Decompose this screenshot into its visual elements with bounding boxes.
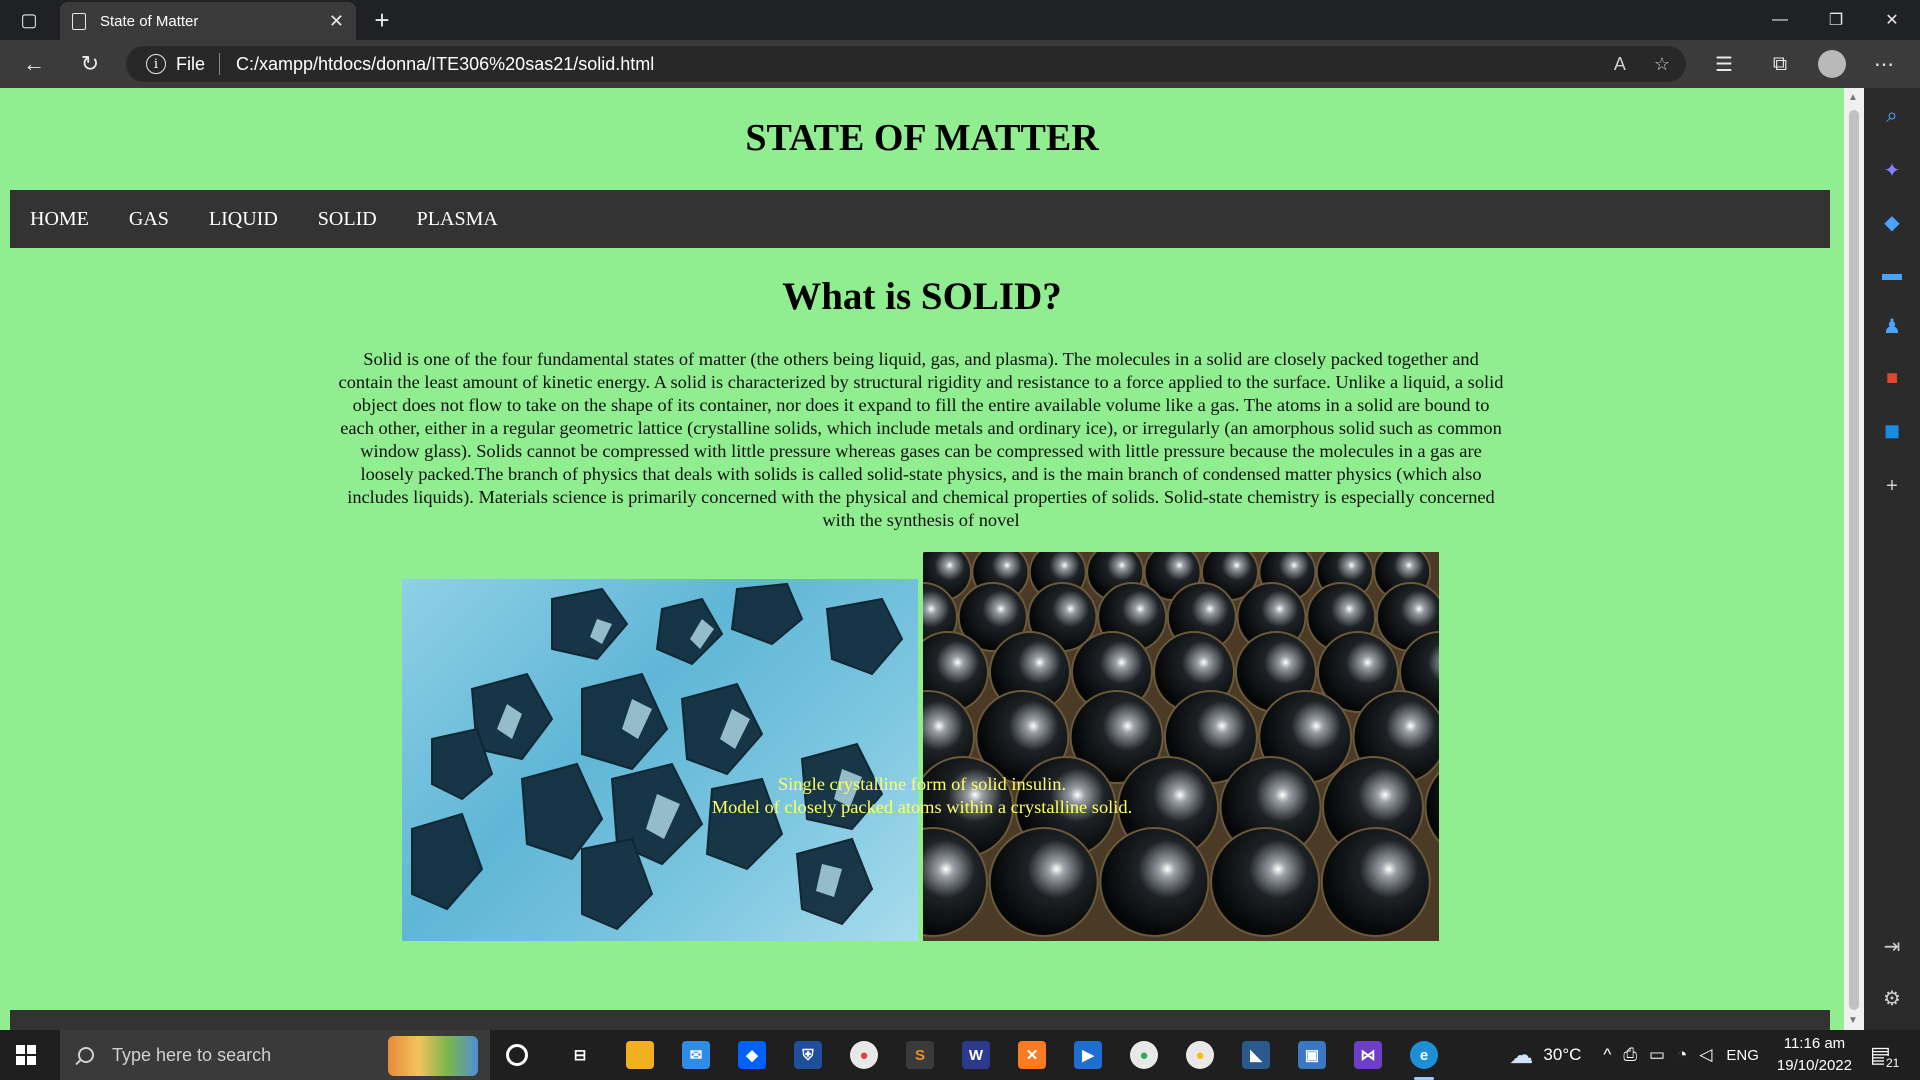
scroll-thumb[interactable]: [1849, 110, 1859, 1010]
word-app-icon[interactable]: W: [962, 1041, 990, 1069]
defender-icon[interactable]: ⛨: [794, 1041, 822, 1069]
add-sidebar-app-icon[interactable]: +: [1878, 472, 1906, 500]
address-toolbar: ← ↻ i File C:/xampp/htdocs/donna/ITE306%…: [0, 40, 1920, 88]
close-window-button[interactable]: ✕: [1864, 0, 1920, 40]
windows-taskbar: Type here to search ⊟ ✉ ◆ ⛨ ● S W ✕ ▶ ● …: [0, 1030, 1920, 1080]
page-viewport: STATE OF MATTER HOME GAS LIQUID SOLID PL…: [0, 88, 1844, 1030]
notifications-icon[interactable]: ▤ 21: [1870, 1042, 1910, 1070]
solid-description: Solid is one of the four fundamental sta…: [338, 349, 1504, 530]
footer-bar: [10, 1010, 1830, 1030]
language-indicator[interactable]: ENG: [1726, 1047, 1759, 1064]
caption-insulin: Single crystalline form of solid insulin…: [777, 774, 1067, 794]
nav-home[interactable]: HOME: [30, 208, 89, 231]
scroll-up-arrow[interactable]: ▲: [1848, 92, 1858, 103]
read-aloud-icon[interactable]: A: [1614, 54, 1626, 75]
chrome-alt-icon[interactable]: ●: [1186, 1041, 1214, 1069]
games-icon[interactable]: ♟: [1878, 312, 1906, 340]
chrome-profile-icon[interactable]: ●: [1130, 1041, 1158, 1069]
weather-temp[interactable]: 30°C: [1543, 1045, 1581, 1065]
url-text[interactable]: C:/xampp/htdocs/donna/ITE306%20sas21/sol…: [236, 54, 654, 75]
search-highlight-image: [388, 1036, 478, 1076]
chrome-icon[interactable]: ●: [850, 1041, 878, 1069]
notification-count: 21: [1884, 1056, 1902, 1070]
add-favorite-icon[interactable]: ☆: [1654, 54, 1670, 75]
cortana-icon[interactable]: [506, 1044, 528, 1066]
packed-atoms-model-image: [923, 552, 1439, 941]
insulin-crystals-image: [402, 579, 918, 941]
search-placeholder: Type here to search: [112, 1044, 272, 1065]
discover-icon[interactable]: ✦: [1878, 156, 1906, 184]
divider: [219, 53, 221, 75]
new-tab-button[interactable]: +: [366, 4, 398, 36]
site-label: File: [176, 53, 206, 74]
collections-icon[interactable]: ⧉: [1762, 48, 1798, 80]
search-icon[interactable]: ⌕: [1878, 102, 1906, 130]
section-title: What is SOLID?: [782, 275, 1062, 318]
wifi-icon[interactable]: ◔: [1677, 1045, 1687, 1065]
hide-sidebar-icon[interactable]: ⇥: [1878, 932, 1906, 960]
control-panel-icon[interactable]: ▣: [1298, 1041, 1326, 1069]
nav-liquid[interactable]: LIQUID: [209, 208, 278, 231]
nav-plasma[interactable]: PLASMA: [417, 208, 498, 231]
minimize-button[interactable]: —: [1752, 0, 1808, 40]
tab-title: State of Matter: [100, 12, 199, 30]
start-button[interactable]: [16, 1045, 36, 1065]
nav-solid[interactable]: SOLID: [318, 208, 377, 231]
favorites-icon[interactable]: ☰: [1706, 48, 1742, 80]
sublime-text-icon[interactable]: S: [906, 1041, 934, 1069]
nav-gas[interactable]: GAS: [129, 208, 169, 231]
tab-actions-icon[interactable]: ▢: [14, 6, 44, 34]
browser-tab[interactable]: State of Matter ✕: [60, 2, 356, 40]
clock-date: 19/10/2022: [1776, 1057, 1852, 1074]
tools-icon[interactable]: ▬: [1878, 260, 1906, 288]
xampp-icon[interactable]: ✕: [1018, 1041, 1046, 1069]
page-title: STATE OF MATTER: [745, 117, 1099, 159]
file-explorer-icon[interactable]: [626, 1041, 654, 1069]
shopping-icon[interactable]: ◆: [1878, 208, 1906, 236]
scroll-down-arrow[interactable]: ▼: [1848, 1015, 1858, 1026]
mail-icon[interactable]: ✉: [682, 1041, 710, 1069]
sql-tool-icon[interactable]: ◣: [1242, 1041, 1270, 1069]
system-tray: ☁ 30°C ^ ⎙ ▭ ◔ ◁ ENG 11:16 am 19/10/2022…: [1509, 1030, 1920, 1080]
page-icon: [72, 12, 86, 30]
device-icon[interactable]: ⎙: [1623, 1045, 1637, 1065]
office-icon[interactable]: ■: [1878, 364, 1906, 392]
battery-icon[interactable]: ▭: [1649, 1045, 1665, 1065]
nav-menu: HOME GAS LIQUID SOLID PLASMA: [10, 190, 1830, 248]
restore-button[interactable]: ❐: [1808, 0, 1864, 40]
taskbar-search[interactable]: Type here to search: [60, 1030, 490, 1080]
volume-icon[interactable]: ◁: [1699, 1045, 1712, 1065]
edge-sidebar: ⌕ ✦ ◆ ▬ ♟ ■ ◼ + ⇥ ⚙: [1864, 88, 1920, 1030]
profile-avatar[interactable]: [1818, 50, 1846, 78]
cloud-weather-icon[interactable]: ☁: [1509, 1041, 1533, 1070]
task-view-icon[interactable]: ⊟: [566, 1041, 594, 1069]
refresh-icon[interactable]: ↻: [72, 48, 108, 80]
sidebar-settings-icon[interactable]: ⚙: [1878, 984, 1906, 1012]
clock[interactable]: 11:16 am 19/10/2022: [1777, 1033, 1852, 1077]
search-icon: [78, 1047, 94, 1063]
close-tab-icon[interactable]: ✕: [329, 11, 344, 32]
edge-icon[interactable]: e: [1410, 1041, 1438, 1069]
caption-packed-atoms: Model of closely packed atoms within a c…: [711, 797, 1133, 817]
clock-time: 11:16 am: [1783, 1035, 1846, 1052]
page-scrollbar[interactable]: ▲ ▼: [1844, 88, 1864, 1030]
outlook-icon[interactable]: ◼: [1878, 416, 1906, 444]
show-hidden-icons[interactable]: ^: [1603, 1045, 1611, 1065]
info-icon[interactable]: i: [146, 54, 166, 74]
dropbox-icon[interactable]: ◆: [738, 1041, 766, 1069]
more-menu-icon[interactable]: ⋯: [1866, 48, 1902, 80]
visual-studio-icon[interactable]: ⋈: [1354, 1041, 1382, 1069]
tab-bar: ▢ State of Matter ✕ + — ❐ ✕: [0, 0, 1920, 40]
back-icon[interactable]: ←: [16, 48, 52, 80]
address-bar[interactable]: i File C:/xampp/htdocs/donna/ITE306%20sa…: [126, 46, 1686, 82]
media-player-icon[interactable]: ▶: [1074, 1041, 1102, 1069]
